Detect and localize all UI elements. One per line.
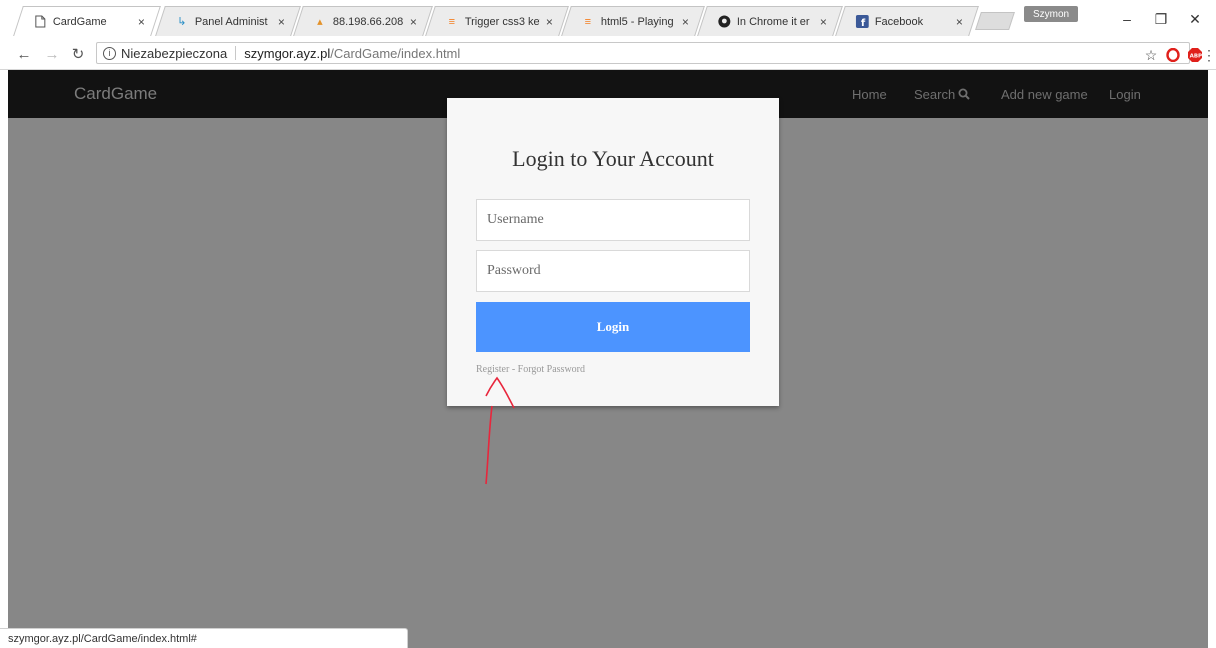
new-tab-button[interactable]	[975, 12, 1015, 30]
nav-search-label: Search	[914, 87, 956, 102]
nav-home[interactable]: Home	[852, 87, 887, 102]
modal-title: Login to Your Account	[512, 146, 714, 171]
page-viewport: CardGame Home Search Add new game Login …	[8, 70, 1208, 648]
svg-text:f: f	[860, 18, 865, 28]
tab-github-issue[interactable]: In Chrome it er ×	[697, 6, 843, 36]
account-links: Register - Forgot Password	[476, 364, 585, 375]
back-icon[interactable]: ←	[14, 44, 34, 64]
close-icon[interactable]: ×	[138, 15, 145, 29]
github-icon	[717, 15, 731, 29]
close-icon[interactable]: ×	[682, 15, 689, 29]
security-label: Niezabezpieczona	[121, 45, 228, 61]
stackoverflow-icon: ≡	[448, 15, 456, 28]
window-close-icon[interactable]: ✕	[1180, 8, 1210, 30]
tab-title: 88.198.66.208 /	[332, 15, 404, 28]
register-link[interactable]: Register	[476, 364, 509, 375]
page-icon	[33, 15, 47, 29]
tab-title: In Chrome it er	[736, 15, 810, 28]
reload-icon[interactable]: ↻	[68, 44, 88, 64]
status-bubble: szymgor.ayz.pl/CardGame/index.html#	[0, 628, 408, 648]
site-brand[interactable]: CardGame	[74, 84, 157, 104]
profile-button[interactable]: Szymon	[1024, 6, 1078, 22]
tab-phpmyadmin[interactable]: ▴ 88.198.66.208 / ×	[293, 6, 433, 36]
close-icon[interactable]: ×	[410, 15, 417, 29]
username-input[interactable]	[476, 199, 750, 241]
password-input[interactable]	[476, 250, 750, 292]
login-modal: Login to Your Account Login Register - F…	[447, 98, 779, 406]
nav-search[interactable]: Search	[914, 87, 970, 103]
phpmyadmin-icon: ▴	[317, 16, 323, 28]
browser-tab-strip: CardGame × ↳ Panel Administ × ▴ 88.198.6…	[0, 0, 1216, 36]
separator	[235, 46, 237, 60]
url-path: /CardGame/index.html	[330, 45, 461, 61]
tab-title: Panel Administ	[194, 15, 268, 28]
browser-toolbar: ← → ↻ i Niezabezpieczona szymgor.ayz.pl /…	[0, 36, 1216, 70]
link-separator: -	[509, 364, 518, 375]
close-icon[interactable]: ×	[956, 15, 963, 29]
panel-icon: ↳	[177, 16, 187, 28]
login-button[interactable]: Login	[476, 302, 750, 352]
url-host: szymgor.ayz.pl	[244, 45, 331, 61]
tab-title: Trigger css3 key	[464, 15, 540, 28]
tab-facebook[interactable]: f Facebook ×	[835, 6, 979, 36]
forgot-password-link[interactable]: Forgot Password	[518, 364, 585, 375]
maximize-icon[interactable]: ❐	[1146, 8, 1176, 30]
search-icon	[958, 88, 970, 103]
nav-login[interactable]: Login	[1109, 87, 1141, 102]
tab-cardgame[interactable]: CardGame ×	[13, 6, 161, 36]
tab-panel-admin[interactable]: ↳ Panel Administ ×	[155, 6, 301, 36]
opera-icon[interactable]	[1164, 46, 1182, 64]
bookmark-star-icon[interactable]: ☆	[1142, 46, 1160, 64]
tab-title: Facebook	[874, 15, 924, 28]
close-icon[interactable]: ×	[278, 15, 285, 29]
tab-html5-playing[interactable]: ≡ html5 - Playing ×	[561, 6, 705, 36]
stackoverflow-icon: ≡	[584, 15, 592, 28]
tab-title: html5 - Playing	[600, 15, 674, 28]
minimize-icon[interactable]: –	[1112, 8, 1142, 30]
facebook-icon: f	[855, 15, 869, 29]
close-icon[interactable]: ×	[820, 15, 827, 29]
menu-dots-icon[interactable]: ⋮	[1200, 46, 1216, 64]
address-bar[interactable]: i Niezabezpieczona szymgor.ayz.pl/CardGa…	[96, 42, 1190, 64]
close-icon[interactable]: ×	[546, 15, 553, 29]
info-icon[interactable]: i	[103, 46, 116, 60]
forward-icon[interactable]: →	[42, 44, 62, 64]
tab-trigger-css3[interactable]: ≡ Trigger css3 key ×	[425, 6, 569, 36]
tab-title: CardGame	[52, 15, 107, 28]
nav-add-new-game[interactable]: Add new game	[1001, 87, 1088, 102]
